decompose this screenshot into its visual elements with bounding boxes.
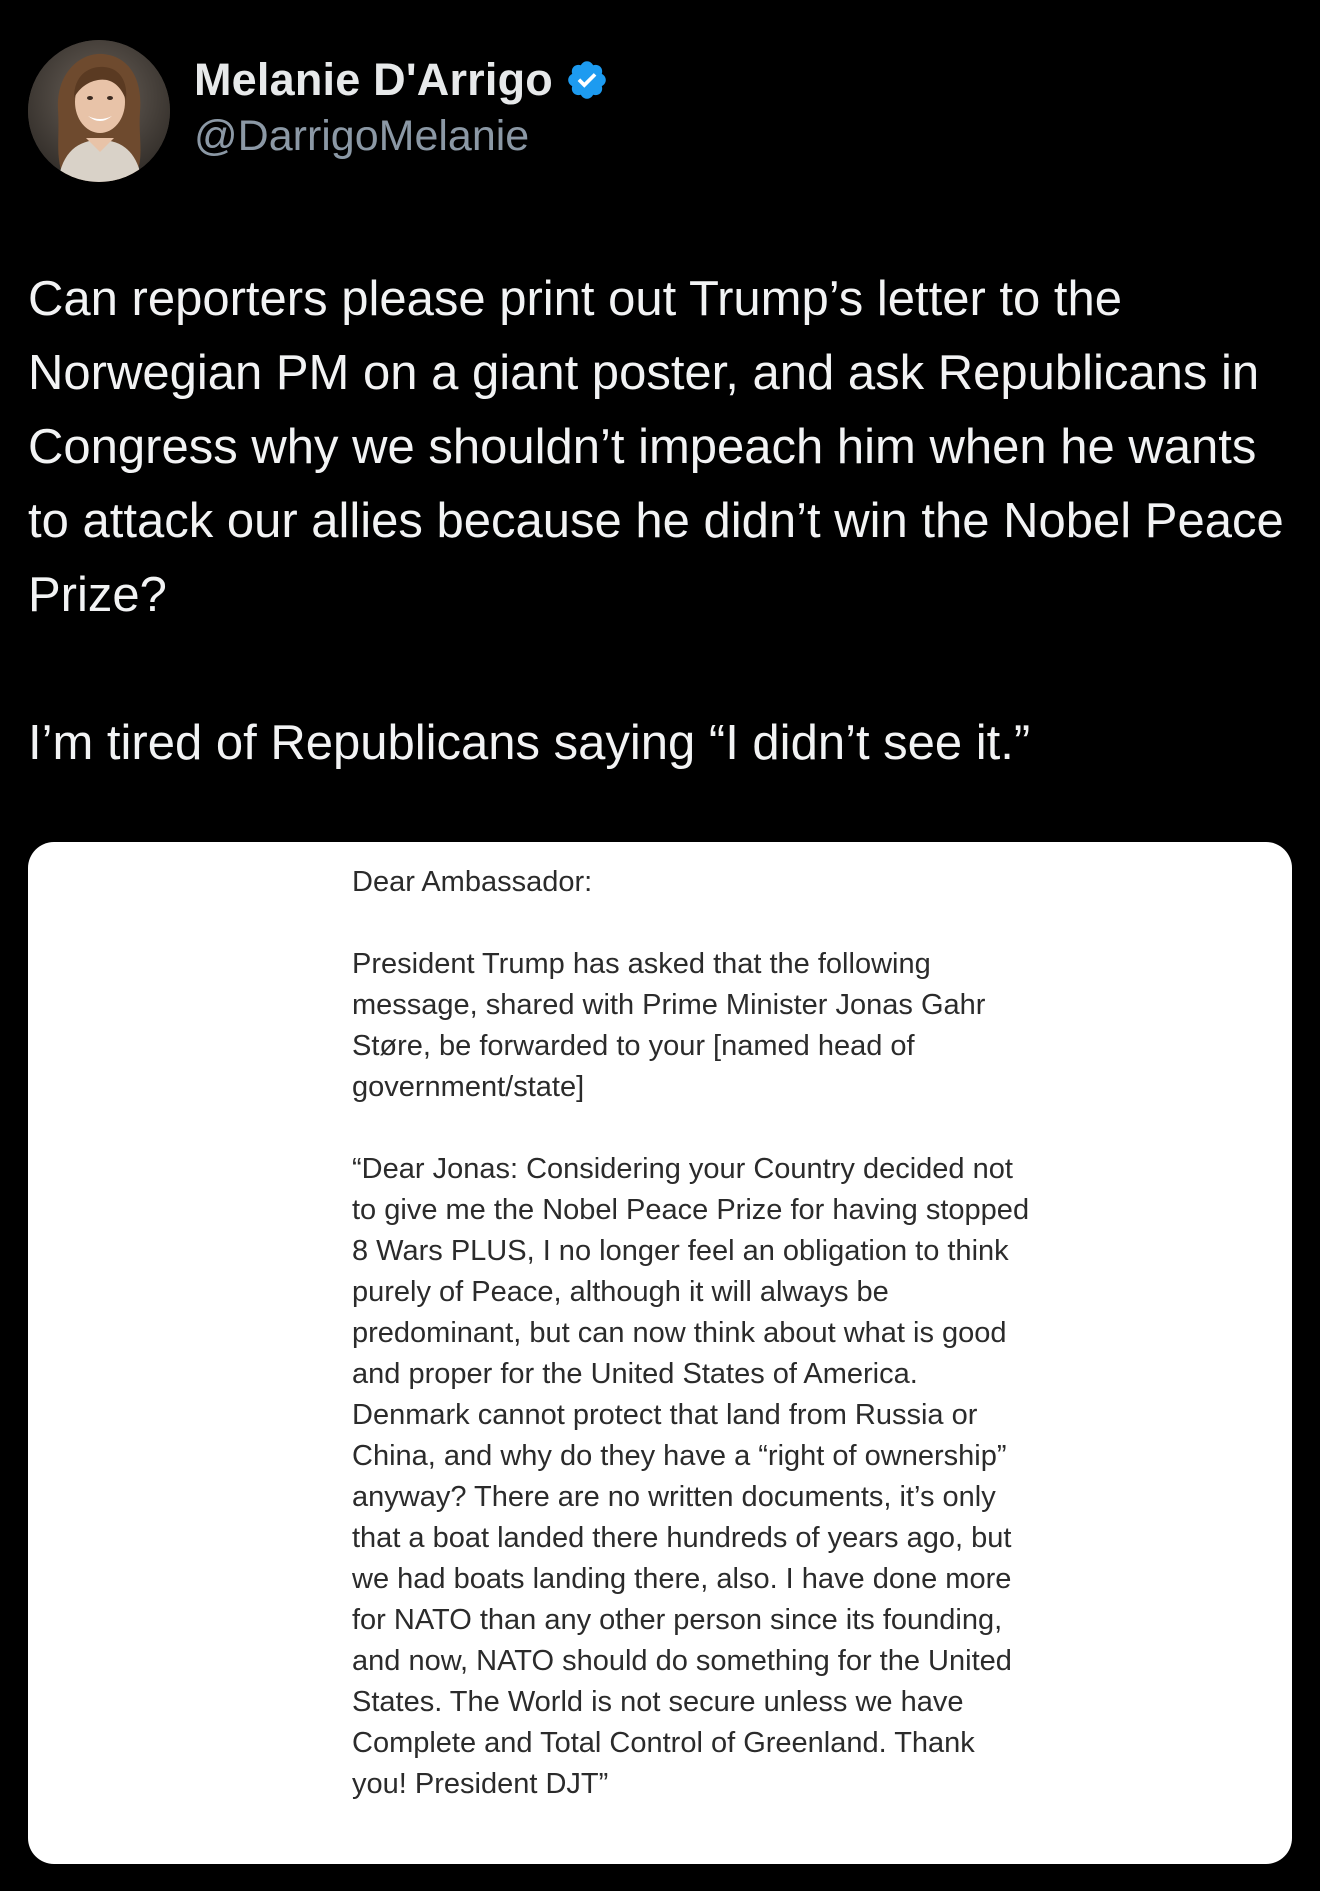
letter-intro: President Trump has asked that the follo… xyxy=(352,948,986,1103)
letter-body: “Dear Jonas: Considering your Country de… xyxy=(352,1153,1030,1800)
letter-document: Dear Ambassador: President Trump has ask… xyxy=(352,862,1032,1805)
avatar[interactable] xyxy=(28,40,170,182)
avatar-photo-icon xyxy=(28,40,170,182)
tweet-header: Melanie D'Arrigo @DarrigoMelanie xyxy=(28,40,1292,185)
tweet-paragraph: Can reporters please print out Trump’s l… xyxy=(28,272,1284,622)
author-info: Melanie D'Arrigo @DarrigoMelanie xyxy=(194,50,609,161)
tweet-text: Can reporters please print out Trump’s l… xyxy=(28,262,1298,780)
tweet-paragraph: I’m tired of Republicans saying “I didn’… xyxy=(28,716,1031,770)
letter-greeting: Dear Ambassador: xyxy=(352,866,593,898)
display-name-row: Melanie D'Arrigo xyxy=(194,50,609,110)
handle[interactable]: @DarrigoMelanie xyxy=(194,112,609,161)
verified-badge-icon[interactable] xyxy=(565,58,609,102)
display-name[interactable]: Melanie D'Arrigo xyxy=(194,54,553,106)
media-image[interactable]: Dear Ambassador: President Trump has ask… xyxy=(28,842,1292,1864)
